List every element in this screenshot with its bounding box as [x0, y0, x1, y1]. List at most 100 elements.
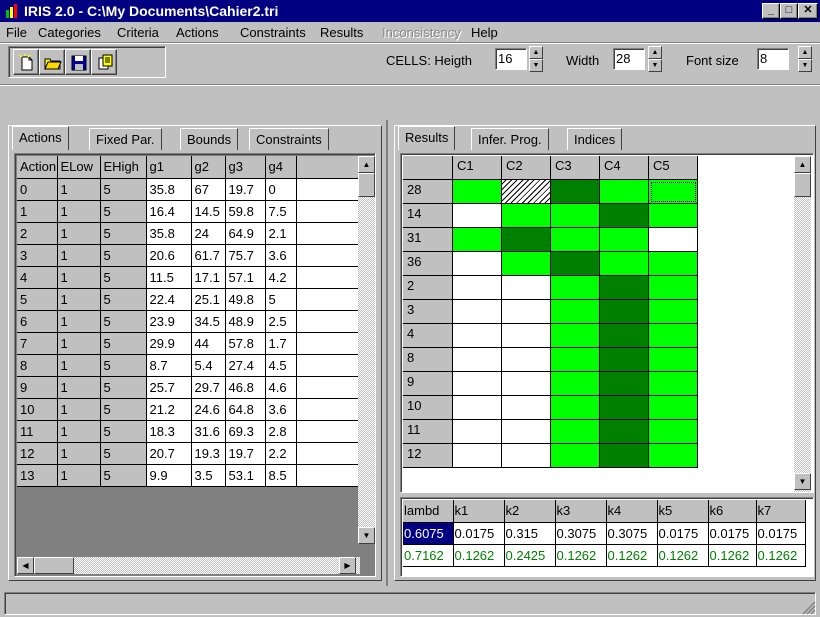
table-cell[interactable]: 1	[57, 376, 101, 399]
table-cell[interactable]: 6	[17, 310, 58, 333]
scroll-down-icon[interactable]: ▼	[794, 473, 811, 490]
spin-down-icon[interactable]: ▼	[648, 59, 662, 72]
tab-infer-prog[interactable]: Infer. Prog.	[471, 128, 549, 150]
result-cell[interactable]	[551, 396, 600, 420]
column-header[interactable]: EHigh	[100, 156, 147, 179]
tab-bounds[interactable]: Bounds	[180, 128, 239, 150]
table-cell[interactable]: 2.2	[265, 442, 297, 465]
table-cell[interactable]: 5	[265, 288, 297, 311]
k-column-header[interactable]: k6	[708, 500, 757, 523]
table-cell[interactable]: 24.6	[191, 398, 226, 421]
result-cell[interactable]	[649, 300, 698, 324]
table-cell[interactable]: 49.8	[225, 288, 266, 311]
menu-file[interactable]: File	[6, 25, 27, 40]
menu-results[interactable]: Results	[320, 25, 363, 40]
k-column-header[interactable]: k7	[756, 500, 806, 523]
table-cell[interactable]: 2.1	[265, 222, 297, 245]
scroll-thumb[interactable]	[794, 173, 811, 197]
table-cell[interactable]: 0	[17, 178, 58, 201]
result-cell[interactable]	[649, 204, 698, 228]
table-cell[interactable]: 9	[17, 376, 58, 399]
row-header[interactable]: 12	[403, 444, 453, 468]
result-cell[interactable]	[453, 444, 502, 468]
spin-up-icon[interactable]: ▲	[798, 46, 812, 59]
table-cell[interactable]: 57.8	[225, 332, 266, 355]
table-cell[interactable]: 5	[100, 310, 147, 333]
table-cell[interactable]: 1	[57, 420, 101, 443]
result-cell[interactable]	[649, 444, 698, 468]
row-header[interactable]: 28	[403, 180, 453, 204]
table-cell[interactable]: 1	[57, 354, 101, 377]
table-cell[interactable]: 21.2	[146, 398, 192, 421]
table-cell[interactable]: 29.9	[146, 332, 192, 355]
save-button[interactable]	[65, 49, 91, 75]
k-value-cell[interactable]: 0.1262	[708, 544, 757, 567]
row-header[interactable]: 2	[403, 276, 453, 300]
close-button[interactable]: ✕	[798, 3, 818, 19]
result-cell[interactable]	[453, 324, 502, 348]
result-cell[interactable]	[600, 444, 649, 468]
actions-vscroll[interactable]: ▲ ▼	[358, 156, 375, 544]
menu-constraints[interactable]: Constraints	[240, 25, 306, 40]
scroll-down-icon[interactable]: ▼	[358, 527, 375, 544]
row-header[interactable]: 3	[403, 300, 453, 324]
tab-constraints[interactable]: Constraints	[249, 128, 329, 150]
table-cell[interactable]: 2.8	[265, 420, 297, 443]
table-cell[interactable]: 1	[57, 244, 101, 267]
spin-down-icon[interactable]: ▼	[529, 59, 543, 72]
minimize-button[interactable]: _	[762, 3, 780, 19]
table-cell[interactable]: 5	[100, 354, 147, 377]
spin-up-icon[interactable]: ▲	[529, 46, 543, 59]
result-cell[interactable]	[453, 372, 502, 396]
result-cell[interactable]	[649, 180, 698, 204]
k-value-cell[interactable]: 0.3075	[555, 522, 607, 545]
table-cell[interactable]: 35.8	[146, 222, 192, 245]
table-cell[interactable]: 53.1	[225, 464, 266, 487]
tab-fixed-par[interactable]: Fixed Par.	[89, 128, 162, 150]
table-cell[interactable]: 19.7	[225, 178, 266, 201]
row-header[interactable]: 4	[403, 324, 453, 348]
table-cell[interactable]: 48.9	[225, 310, 266, 333]
table-cell[interactable]: 1	[57, 266, 101, 289]
table-cell[interactable]: 1	[57, 464, 101, 487]
cells-height-input[interactable]: 16	[495, 48, 527, 70]
table-cell[interactable]: 4	[17, 266, 58, 289]
result-cell[interactable]	[453, 396, 502, 420]
scroll-up-icon[interactable]: ▲	[794, 156, 811, 173]
result-cell[interactable]	[502, 324, 551, 348]
column-header[interactable]: C2	[502, 156, 551, 180]
results-vscroll[interactable]: ▲ ▼	[794, 156, 811, 492]
width-input[interactable]: 28	[613, 48, 645, 70]
tab-results[interactable]: Results	[398, 126, 456, 150]
row-header[interactable]: 31	[403, 228, 453, 252]
tab-indices[interactable]: Indices	[567, 128, 623, 150]
table-cell[interactable]: 5	[100, 376, 147, 399]
table-cell[interactable]: 25.7	[146, 376, 192, 399]
k-value-cell[interactable]: 0.0175	[657, 522, 709, 545]
table-cell[interactable]: 5	[100, 200, 147, 223]
result-cell[interactable]	[551, 180, 600, 204]
table-cell[interactable]: 5	[100, 332, 147, 355]
spin-down-icon[interactable]: ▼	[798, 59, 812, 72]
result-cell[interactable]	[453, 348, 502, 372]
result-cell[interactable]	[649, 276, 698, 300]
result-cell[interactable]	[453, 276, 502, 300]
table-cell[interactable]: 67	[191, 178, 226, 201]
result-cell[interactable]	[502, 396, 551, 420]
result-cell[interactable]	[551, 444, 600, 468]
table-cell[interactable]: 31.6	[191, 420, 226, 443]
table-cell[interactable]: 1	[57, 310, 101, 333]
table-cell[interactable]: 4.5	[265, 354, 297, 377]
result-cell[interactable]	[502, 228, 551, 252]
row-header[interactable]: 8	[403, 348, 453, 372]
result-cell[interactable]	[453, 204, 502, 228]
table-cell[interactable]: 1	[57, 398, 101, 421]
table-cell[interactable]: 4.2	[265, 266, 297, 289]
table-cell[interactable]: 5.4	[191, 354, 226, 377]
table-cell[interactable]: 5	[100, 398, 147, 421]
result-cell[interactable]	[600, 276, 649, 300]
result-cell[interactable]	[649, 252, 698, 276]
table-cell[interactable]: 5	[100, 442, 147, 465]
table-cell[interactable]: 5	[100, 178, 147, 201]
table-cell[interactable]: 5	[100, 222, 147, 245]
